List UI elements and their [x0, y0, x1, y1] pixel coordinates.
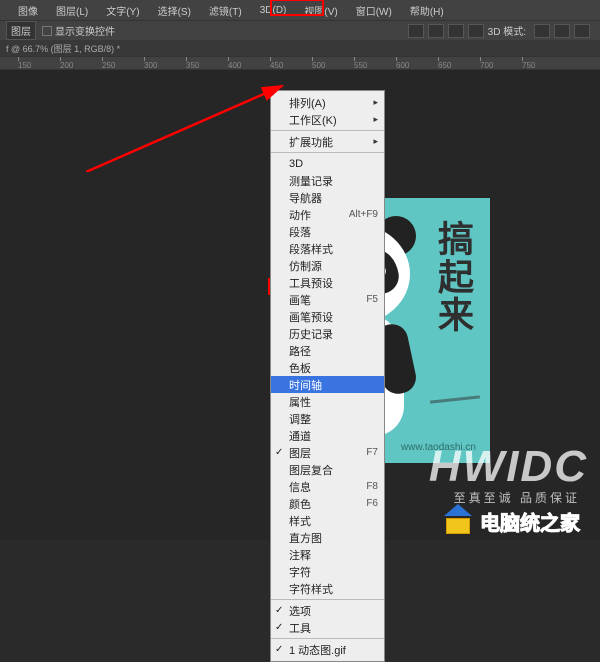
menu-image[interactable]: 图像: [18, 3, 38, 18]
ruler-tick: 550: [354, 57, 367, 70]
menuitem-properties[interactable]: 属性: [271, 393, 384, 410]
menu-filter[interactable]: 滤镜(T): [209, 3, 242, 18]
mode-button-3[interactable]: [448, 24, 464, 38]
ruler-tick: 750: [522, 57, 535, 70]
options-bar: 图层 显示变换控件 3D 模式:: [0, 20, 600, 40]
mode-button-2[interactable]: [428, 24, 444, 38]
menuitem-character-styles[interactable]: 字符样式: [271, 580, 384, 597]
mode-3d-button-1[interactable]: [534, 24, 550, 38]
menu-3d[interactable]: 3D(D): [260, 5, 287, 16]
document-tab-bar: f @ 66.7% (图层 1, RGB/8) *: [0, 40, 600, 56]
menuitem-workspace[interactable]: 工作区(K): [271, 111, 384, 128]
show-transform-checkbox[interactable]: [42, 26, 52, 36]
menu-separator: [271, 638, 384, 639]
ruler-tick: 600: [396, 57, 409, 70]
menuitem-navigator[interactable]: 导航器: [271, 189, 384, 206]
menuitem-histogram[interactable]: 直方图: [271, 529, 384, 546]
menu-window[interactable]: 窗口(W): [356, 3, 392, 18]
badge-text: 电脑统之家: [480, 507, 580, 536]
annotation-arrow-icon: [86, 82, 296, 172]
menuitem-document[interactable]: 1 动态图.gif: [271, 641, 384, 658]
menuitem-channels[interactable]: 通道: [271, 427, 384, 444]
menu-bar: 图像 图层(L) 文字(Y) 选择(S) 滤镜(T) 3D(D) 视图(V) 窗…: [0, 0, 600, 20]
layer-select-dropdown[interactable]: 图层: [6, 21, 36, 40]
menuitem-tools[interactable]: 工具: [271, 619, 384, 636]
menuitem-arrange[interactable]: 排列(A): [271, 94, 384, 111]
menuitem-adjustments[interactable]: 调整: [271, 410, 384, 427]
mode-button-4[interactable]: [468, 24, 484, 38]
menu-separator: [271, 130, 384, 131]
house-icon: [446, 510, 474, 534]
watermark-subtext: 至真至诚 品质保证: [454, 489, 580, 506]
artwork-text: 搞起来: [433, 220, 474, 334]
menuitem-layer-comps[interactable]: 图层复合: [271, 461, 384, 478]
menu-separator: [271, 599, 384, 600]
watermark-text: HWIDC: [429, 442, 588, 492]
menuitem-swatches[interactable]: 色板: [271, 359, 384, 376]
ruler-tick: 500: [312, 57, 325, 70]
ruler-tick: 300: [144, 57, 157, 70]
menuitem-extensions[interactable]: 扩展功能: [271, 133, 384, 150]
menuitem-tool-presets[interactable]: 工具预设: [271, 274, 384, 291]
menuitem-info[interactable]: 信息F8: [271, 478, 384, 495]
ruler-tick: 400: [228, 57, 241, 70]
ruler-tick: 150: [18, 57, 31, 70]
menu-view[interactable]: 视图(V): [304, 3, 337, 18]
menuitem-notes[interactable]: 注释: [271, 546, 384, 563]
show-transform-label: 显示变换控件: [55, 23, 115, 38]
window-menu-dropdown: 排列(A) 工作区(K) 扩展功能 3D 测量记录 导航器 动作Alt+F9 段…: [270, 90, 385, 662]
menuitem-timeline[interactable]: 时间轴: [271, 376, 384, 393]
ruler-tick: 250: [102, 57, 115, 70]
menuitem-brushes[interactable]: 画笔F5: [271, 291, 384, 308]
mode-button-1[interactable]: [408, 24, 424, 38]
menuitem-paragraph-styles[interactable]: 段落样式: [271, 240, 384, 257]
menuitem-character[interactable]: 字符: [271, 563, 384, 580]
menuitem-clone-source[interactable]: 仿制源: [271, 257, 384, 274]
menuitem-3d[interactable]: 3D: [271, 155, 384, 172]
menuitem-styles[interactable]: 样式: [271, 512, 384, 529]
canvas-area[interactable]: 搞起来 www.taodashi.cn 排列(A) 工作区(K) 扩展功能 3D…: [0, 70, 600, 540]
menuitem-measure[interactable]: 测量记录: [271, 172, 384, 189]
mode-group: 3D 模式:: [408, 23, 590, 38]
ruler-tick: 350: [186, 57, 199, 70]
menu-separator: [271, 152, 384, 153]
horizontal-ruler: 150 200 250 300 350 400 450 500 550 600 …: [0, 56, 600, 70]
menu-layer[interactable]: 图层(L): [56, 3, 88, 18]
ruler-tick: 700: [480, 57, 493, 70]
menuitem-brush-presets[interactable]: 画笔预设: [271, 308, 384, 325]
mode-3d-label: 3D 模式:: [488, 23, 526, 38]
menu-select[interactable]: 选择(S): [158, 3, 191, 18]
ruler-tick: 650: [438, 57, 451, 70]
menuitem-actions[interactable]: 动作Alt+F9: [271, 206, 384, 223]
watermark-badge: 电脑统之家: [446, 507, 580, 536]
menuitem-color[interactable]: 颜色F6: [271, 495, 384, 512]
menuitem-paragraph[interactable]: 段落: [271, 223, 384, 240]
menu-help[interactable]: 帮助(H): [410, 3, 444, 18]
menuitem-options[interactable]: 选项: [271, 602, 384, 619]
mode-3d-button-3[interactable]: [574, 24, 590, 38]
menuitem-history[interactable]: 历史记录: [271, 325, 384, 342]
ruler-tick: 200: [60, 57, 73, 70]
mode-3d-button-2[interactable]: [554, 24, 570, 38]
menuitem-layers[interactable]: 图层F7: [271, 444, 384, 461]
menu-type[interactable]: 文字(Y): [106, 3, 139, 18]
ruler-tick: 450: [270, 57, 283, 70]
document-tab[interactable]: f @ 66.7% (图层 1, RGB/8) *: [6, 42, 120, 55]
menuitem-paths[interactable]: 路径: [271, 342, 384, 359]
